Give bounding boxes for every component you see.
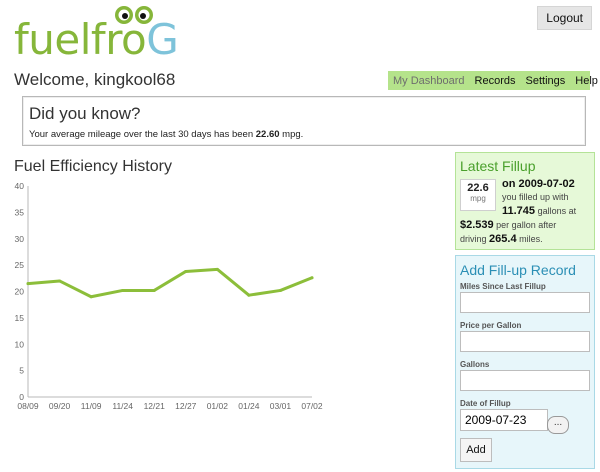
x-tick-label: 12/21: [144, 401, 166, 411]
data-point: [278, 288, 282, 292]
latest-date: on 2009-07-02: [502, 178, 575, 190]
logo-wordmark: fuelfroG: [14, 15, 179, 64]
miles-label: Miles Since Last Fillup: [460, 282, 546, 291]
fuel-efficiency-chart: 051015202530354008/09 09/20 11/09 11/24 12/2…: [15, 181, 323, 411]
latest-price: $2.539: [460, 219, 494, 231]
y-tick-label: 5: [19, 366, 24, 376]
data-point: [121, 288, 125, 292]
frog-eyes-icon: [115, 6, 153, 24]
average-mpg-value: 22.60: [255, 129, 280, 140]
mpg-series-line: [26, 267, 314, 299]
data-point: [215, 267, 219, 271]
latest-mpg-value: 22.6: [467, 182, 489, 194]
x-tick-label: 09/20: [49, 401, 71, 411]
x-tick-label: 01/24: [238, 401, 260, 411]
date-label: Date of Fillup: [460, 399, 511, 408]
x-tick-label: 03/01: [270, 401, 292, 411]
latest-fillup-title: Latest Fillup: [460, 158, 536, 174]
data-point: [26, 282, 30, 286]
add-button[interactable]: Add: [460, 438, 492, 462]
data-point: [58, 279, 62, 283]
data-point: [152, 288, 156, 292]
add-fillup-form: Add Fill-up Record Miles Since Last Fill…: [455, 255, 595, 469]
main-nav: My Dashboard Records Settings Help: [388, 71, 598, 90]
y-tick-label: 40: [15, 181, 25, 191]
latest-fillup-panel: Latest Fillup 22.6 mpg on 2009-07-02 you…: [455, 152, 595, 250]
x-tick-label: 01/02: [207, 401, 229, 411]
welcome-heading: Welcome, kingkool68: [14, 70, 176, 89]
x-tick-label: 11/24: [112, 401, 133, 411]
nav-my-dashboard[interactable]: My Dashboard: [388, 75, 470, 87]
miles-input[interactable]: [460, 292, 590, 313]
y-tick-label: 10: [15, 339, 25, 349]
y-tick-label: 15: [15, 313, 25, 323]
y-tick-label: 30: [15, 234, 25, 244]
tip-title: Did you know?: [29, 104, 141, 123]
y-tick-label: 20: [15, 287, 25, 297]
data-point: [89, 295, 93, 299]
gallons-input[interactable]: [460, 370, 590, 391]
latest-miles: 265.4: [489, 233, 517, 245]
date-picker-button[interactable]: ...: [547, 416, 569, 434]
y-tick-label: 25: [15, 260, 25, 270]
logout-button[interactable]: Logout: [537, 6, 592, 30]
x-tick-label: 11/09: [81, 401, 102, 411]
fuelfrog-logo: fuelfroG: [14, 4, 184, 64]
price-input[interactable]: [460, 331, 590, 352]
data-point: [184, 269, 188, 273]
latest-gallons: 11.745: [502, 205, 536, 217]
nav-records[interactable]: Records: [470, 75, 521, 87]
latest-mpg-badge: 22.6 mpg: [460, 179, 496, 211]
data-point: [310, 276, 314, 280]
x-tick-label: 12/27: [175, 401, 197, 411]
add-fillup-title: Add Fill-up Record: [460, 262, 576, 278]
date-input[interactable]: [460, 409, 548, 431]
did-you-know-box: Did you know? Your average mileage over …: [22, 96, 586, 146]
latest-mpg-unit: mpg: [470, 194, 486, 203]
nav-help[interactable]: Help: [570, 75, 600, 87]
x-tick-label: 07/02: [301, 401, 323, 411]
y-tick-label: 35: [15, 207, 25, 217]
price-label: Price per Gallon: [460, 321, 522, 330]
nav-settings[interactable]: Settings: [521, 75, 571, 87]
data-point: [247, 293, 251, 297]
gallons-label: Gallons: [460, 360, 490, 369]
tip-text: Your average mileage over the last 30 da…: [29, 129, 304, 140]
x-tick-label: 08/09: [17, 401, 39, 411]
